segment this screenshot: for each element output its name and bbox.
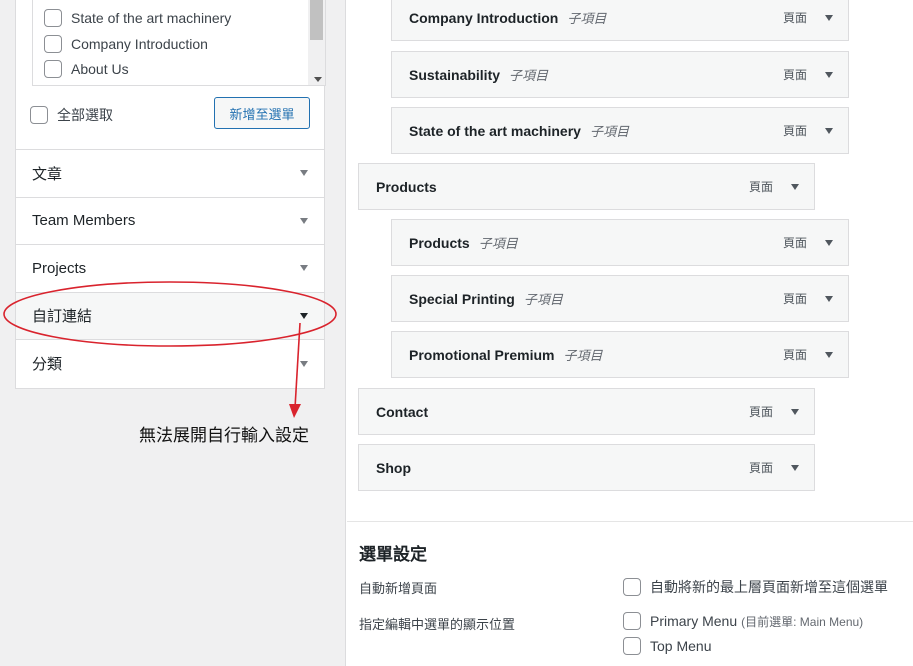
menu-item-title: Shop — [376, 459, 411, 476]
auto-add-checkbox[interactable] — [623, 578, 641, 596]
menu-item[interactable]: Products 頁面 — [358, 163, 815, 210]
menu-item-type: 頁面 — [782, 11, 807, 25]
sub-item-label: 子項目 — [523, 292, 563, 307]
expand-arrow-icon[interactable] — [825, 127, 833, 134]
page-checkbox[interactable] — [44, 35, 62, 53]
expand-arrow-icon[interactable] — [791, 183, 799, 190]
expand-arrow-icon[interactable] — [300, 170, 308, 177]
menu-item[interactable]: Company Introduction 子項目 頁面 — [391, 0, 849, 41]
menu-item-type: 頁面 — [782, 68, 807, 82]
menu-item[interactable]: Contact 頁面 — [358, 388, 815, 435]
menu-item-title: State of the art machinery — [409, 122, 581, 139]
auto-add-pages-label: 自動新增頁面 — [359, 581, 438, 596]
menu-item-title: Products — [409, 234, 470, 251]
page-item-state-of-the-art-machinery[interactable]: State of the art machinery — [44, 9, 231, 27]
page-item-about-us[interactable]: About Us — [44, 60, 129, 78]
expand-arrow-icon[interactable] — [825, 351, 833, 358]
auto-add-option-label: 自動將新的最上層頁面新增至這個選單 — [650, 579, 888, 595]
expand-arrow-icon[interactable] — [300, 217, 308, 224]
page-item-company-introduction[interactable]: Company Introduction — [44, 35, 208, 53]
menu-item-title: Company Introduction — [409, 9, 559, 26]
expand-arrow-icon[interactable] — [825, 239, 833, 246]
menu-item[interactable]: Shop 頁面 — [358, 444, 815, 491]
menu-item-type: 頁面 — [782, 292, 807, 306]
location-primary-menu[interactable]: Primary Menu (目前選單: Main Menu) — [623, 612, 863, 630]
expand-arrow-icon[interactable] — [300, 312, 308, 319]
sub-item-label: 子項目 — [509, 68, 549, 83]
pages-checklist[interactable]: State of the art machinery Company Intro… — [32, 0, 326, 86]
select-all[interactable]: 全部選取 — [30, 105, 113, 125]
menu-item-type: 頁面 — [748, 405, 773, 419]
expand-arrow-icon[interactable] — [791, 464, 799, 471]
accordion-label: 自訂連結 — [32, 308, 93, 326]
sub-item-label: 子項目 — [478, 236, 518, 251]
menu-item-type: 頁面 — [782, 124, 807, 138]
menu-item[interactable]: State of the art machinery 子項目 頁面 — [391, 107, 849, 154]
checklist-scrollbar[interactable] — [308, 0, 325, 85]
sub-item-label: 子項目 — [589, 124, 629, 139]
location-checkbox[interactable] — [623, 637, 641, 655]
display-location-label: 指定編輯中選單的顯示位置 — [359, 617, 516, 632]
expand-arrow-icon[interactable] — [300, 360, 308, 367]
add-menu-items-metabox: State of the art machinery Company Intro… — [15, 0, 326, 389]
page-checkbox[interactable] — [44, 60, 62, 78]
expand-arrow-icon[interactable] — [300, 265, 308, 272]
menu-item[interactable]: Products 子項目 頁面 — [391, 219, 849, 266]
menu-item-title: Special Printing — [409, 290, 515, 307]
page-checkbox[interactable] — [44, 9, 62, 27]
location-top-menu[interactable]: Top Menu — [623, 637, 711, 655]
menu-item-type: 頁面 — [782, 348, 807, 362]
page-item-label: State of the art machinery — [71, 10, 232, 26]
menu-item-type: 頁面 — [748, 461, 773, 475]
annotation-text: 無法展開自行輸入設定 — [139, 426, 309, 446]
accordion-projects[interactable]: Projects — [16, 245, 324, 293]
page-item-label: Company Introduction — [71, 36, 208, 52]
sub-item-label: 子項目 — [567, 11, 607, 26]
expand-arrow-icon[interactable] — [825, 14, 833, 21]
expand-arrow-icon[interactable] — [825, 71, 833, 78]
location-label: Top Menu — [650, 638, 712, 654]
location-checkbox[interactable] — [623, 612, 641, 630]
auto-add-pages-option[interactable]: 自動將新的最上層頁面新增至這個選單 — [623, 577, 888, 597]
accordion-team-members[interactable]: Team Members — [16, 197, 324, 245]
accordion-categories[interactable]: 分類 — [16, 340, 324, 388]
menu-item-title: Products — [376, 178, 437, 195]
add-menu-items-column: State of the art machinery Company Intro… — [0, 0, 346, 666]
accordion-label: 分類 — [32, 356, 63, 374]
menu-item[interactable]: Sustainability 子項目 頁面 — [391, 51, 849, 98]
expand-arrow-icon[interactable] — [791, 408, 799, 415]
accordion-label: 文章 — [32, 165, 63, 183]
select-all-checkbox[interactable] — [30, 106, 48, 124]
select-all-label: 全部選取 — [57, 107, 113, 123]
accordion-custom-links[interactable]: 自訂連結 — [16, 292, 324, 340]
menu-item-title: Promotional Premium — [409, 346, 555, 363]
menu-settings-title: 選單設定 — [359, 545, 427, 564]
add-to-menu-button[interactable]: 新增至選單 — [214, 97, 310, 129]
pages-panel: State of the art machinery Company Intro… — [16, 0, 326, 150]
accordion-label: Projects — [32, 259, 87, 277]
sub-item-label: 子項目 — [563, 348, 603, 363]
accordion-label: Team Members — [32, 212, 136, 230]
page-item-label: About Us — [71, 61, 129, 77]
menu-item-type: 頁面 — [748, 180, 773, 194]
location-note: (目前選單: Main Menu) — [741, 614, 864, 629]
menu-item-title: Sustainability — [409, 66, 501, 83]
settings-divider — [347, 521, 913, 522]
accordion-posts[interactable]: 文章 — [16, 150, 324, 198]
menu-item-title: Contact — [376, 403, 429, 420]
menu-item[interactable]: Promotional Premium 子項目 頁面 — [391, 331, 849, 378]
menu-item[interactable]: Special Printing 子項目 頁面 — [391, 275, 849, 322]
expand-arrow-icon[interactable] — [825, 295, 833, 302]
scroll-down-arrow-icon[interactable] — [314, 77, 322, 82]
location-label: Primary Menu — [650, 613, 738, 629]
menu-item-type: 頁面 — [782, 236, 807, 250]
scrollbar-thumb[interactable] — [310, 0, 323, 40]
